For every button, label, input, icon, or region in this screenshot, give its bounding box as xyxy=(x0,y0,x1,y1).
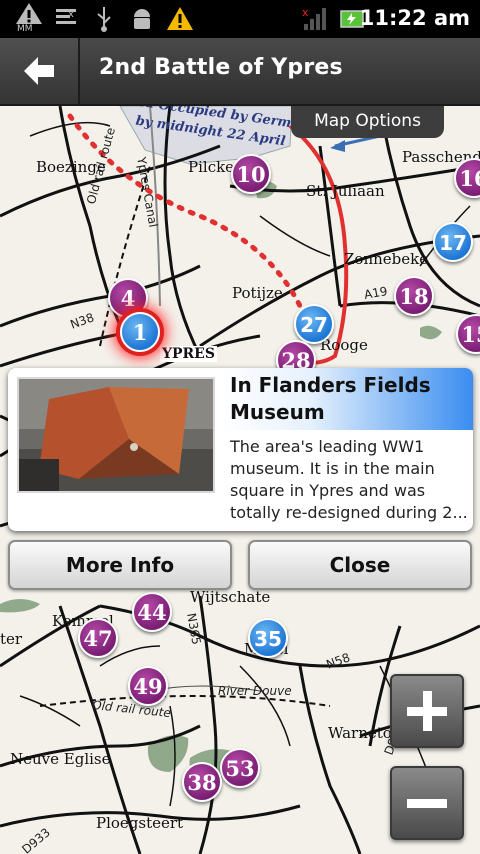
svg-text:x: x xyxy=(302,6,309,19)
zoom-out-button[interactable] xyxy=(390,766,464,840)
place-ter: ter xyxy=(0,630,23,648)
place-ypres: YPRES xyxy=(160,346,217,362)
mm-label: MM xyxy=(17,24,33,34)
museum-photo xyxy=(19,379,213,491)
warning-icon xyxy=(167,7,193,30)
title-bar: 2nd Battle of Ypres xyxy=(0,38,480,106)
map-pin[interactable]: 49 xyxy=(128,666,168,706)
map-pin[interactable]: 35 xyxy=(248,618,288,658)
place-wijtschate: Wijtschate xyxy=(190,588,271,606)
popup-description: The area's leading WW1 museum. It is in … xyxy=(230,437,468,522)
place-neuve-eglise: Neuve Eglise xyxy=(10,750,111,768)
place-info-popup: In Flanders Fields Museum The area's lea… xyxy=(8,368,473,531)
map-pin[interactable]: 10 xyxy=(231,154,271,194)
place-pilcke: Pilcke xyxy=(188,158,235,176)
page-title: 2nd Battle of Ypres xyxy=(99,55,343,80)
svg-text:x: x xyxy=(68,9,74,20)
map-pin[interactable]: 27 xyxy=(294,304,334,344)
usb-icon xyxy=(97,7,111,32)
status-time: 11:22 am xyxy=(359,6,470,30)
place-zonnebeke: Zonnebeke xyxy=(344,250,429,268)
map-pin[interactable]: 44 xyxy=(132,592,172,632)
back-button[interactable] xyxy=(0,38,80,104)
road-river-douve: River Douve xyxy=(218,684,292,698)
more-info-button[interactable]: More Info xyxy=(8,540,232,590)
sms-alert-icon: x xyxy=(56,9,76,24)
map-pin[interactable]: 17 xyxy=(433,222,473,262)
popup-title: In Flanders Fields Museum xyxy=(230,373,431,424)
map-options-button[interactable]: Map Options xyxy=(291,106,444,138)
android-debug-icon xyxy=(134,9,150,29)
back-arrow-icon xyxy=(24,57,54,85)
map-pin-selected[interactable]: 1 xyxy=(120,312,160,352)
place-st-juliaan: St. Juliaan xyxy=(306,182,385,200)
close-button[interactable]: Close xyxy=(248,540,472,590)
status-bar: MM x x 11:22 am xyxy=(0,0,480,38)
map-pin[interactable]: 18 xyxy=(394,276,434,316)
map-pin[interactable]: 53 xyxy=(220,748,260,788)
map-pin[interactable]: 38 xyxy=(182,762,222,802)
signal-icon: x xyxy=(302,6,326,30)
place-potijze: Potijze xyxy=(232,284,283,302)
map-pin[interactable]: 47 xyxy=(78,618,118,658)
place-ploegsteert: Ploegsteert xyxy=(96,814,184,832)
museum-thumbnail xyxy=(17,377,215,493)
zoom-in-button[interactable] xyxy=(390,674,464,748)
